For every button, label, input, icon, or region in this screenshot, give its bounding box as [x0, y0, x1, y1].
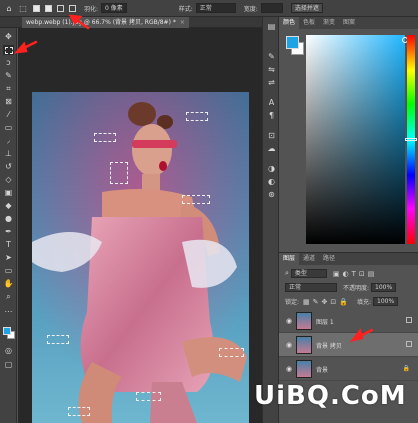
foreground-color-swatch[interactable] [3, 327, 11, 335]
arrow-head [349, 328, 364, 342]
color-panel-foreground-swatch[interactable] [286, 36, 299, 49]
photoshop-window: ⌂ ⬚ 羽化: 0 像素 样式: 正常 宽度: 选择并遮 webp.webp (… [0, 0, 418, 423]
arrow-head [13, 41, 28, 54]
annotation-arrows [13, 14, 374, 342]
watermark-logo: UiBQ.CoM [254, 381, 407, 411]
